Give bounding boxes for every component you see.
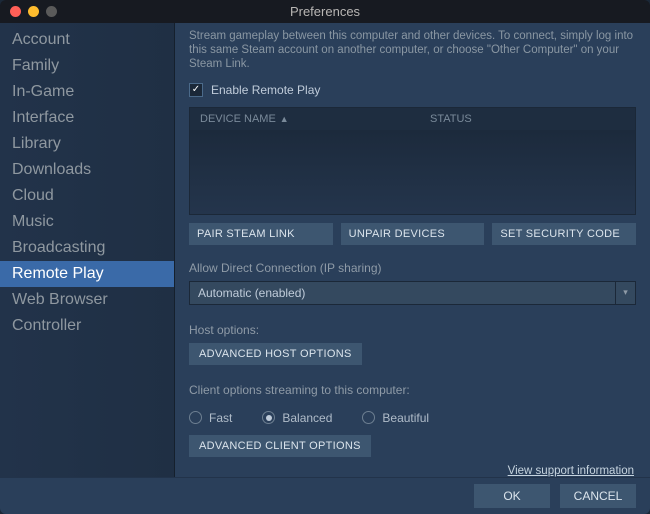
table-header: DEVICE NAME ▲ STATUS [190,108,635,130]
sidebar-item-family[interactable]: Family [0,53,174,79]
client-options-label: Client options streaming to this compute… [189,383,636,397]
quality-radio-balanced[interactable]: Balanced [262,411,332,425]
sidebar-item-in-game[interactable]: In-Game [0,79,174,105]
direct-connection-value: Automatic (enabled) [190,286,615,300]
cancel-button[interactable]: CANCEL [560,484,636,508]
minimize-icon[interactable] [28,6,39,17]
view-support-link[interactable]: View support information [508,465,634,477]
device-table: DEVICE NAME ▲ STATUS [189,107,636,215]
window-body: AccountFamilyIn-GameInterfaceLibraryDown… [0,23,650,477]
sidebar-item-cloud[interactable]: Cloud [0,183,174,209]
column-status[interactable]: STATUS [430,113,625,125]
sidebar-item-music[interactable]: Music [0,209,174,235]
table-body-empty [190,130,635,214]
enable-remote-play-row[interactable]: ✓ Enable Remote Play [189,83,636,97]
sidebar-item-broadcasting[interactable]: Broadcasting [0,235,174,261]
radio-icon [362,411,375,424]
enable-remote-play-label: Enable Remote Play [211,83,320,97]
maximize-icon [46,6,57,17]
sidebar-item-web-browser[interactable]: Web Browser [0,287,174,313]
radio-icon [189,411,202,424]
chevron-down-icon[interactable]: ▾ [615,282,635,304]
radio-label: Fast [209,411,232,425]
direct-connection-label: Allow Direct Connection (IP sharing) [189,261,636,275]
advanced-client-options-button[interactable]: ADVANCED CLIENT OPTIONS [189,435,371,457]
preferences-window: Preferences AccountFamilyIn-GameInterfac… [0,0,650,514]
radio-icon [262,411,275,424]
sidebar-item-remote-play[interactable]: Remote Play [0,261,174,287]
close-icon[interactable] [10,6,21,17]
sidebar-item-downloads[interactable]: Downloads [0,157,174,183]
direct-connection-dropdown[interactable]: Automatic (enabled) ▾ [189,281,636,305]
sort-ascending-icon: ▲ [280,114,289,124]
radio-label: Balanced [282,411,332,425]
column-device-name[interactable]: DEVICE NAME ▲ [200,113,430,125]
footer: OK CANCEL [0,477,650,514]
set-security-code-button[interactable]: SET SECURITY CODE [492,223,636,245]
sidebar-item-interface[interactable]: Interface [0,105,174,131]
support-link-row: View support information [189,463,634,477]
sidebar-item-account[interactable]: Account [0,27,174,53]
radio-label: Beautiful [382,411,429,425]
description-text: Stream gameplay between this computer an… [189,29,636,71]
unpair-devices-button[interactable]: UNPAIR DEVICES [341,223,485,245]
client-quality-radios: Fast Balanced Beautiful [189,411,636,425]
traffic-lights [0,6,57,17]
sidebar: AccountFamilyIn-GameInterfaceLibraryDown… [0,23,175,477]
sidebar-item-controller[interactable]: Controller [0,313,174,339]
window-title: Preferences [0,4,650,19]
sidebar-item-library[interactable]: Library [0,131,174,157]
main-panel: Stream gameplay between this computer an… [175,23,650,477]
device-buttons-row: PAIR STEAM LINK UNPAIR DEVICES SET SECUR… [189,223,636,245]
enable-remote-play-checkbox[interactable]: ✓ [189,83,203,97]
host-options-label: Host options: [189,323,636,337]
quality-radio-beautiful[interactable]: Beautiful [362,411,429,425]
quality-radio-fast[interactable]: Fast [189,411,232,425]
column-device-label: DEVICE NAME [200,113,276,125]
titlebar: Preferences [0,0,650,23]
pair-steam-link-button[interactable]: PAIR STEAM LINK [189,223,333,245]
advanced-host-options-button[interactable]: ADVANCED HOST OPTIONS [189,343,362,365]
ok-button[interactable]: OK [474,484,550,508]
